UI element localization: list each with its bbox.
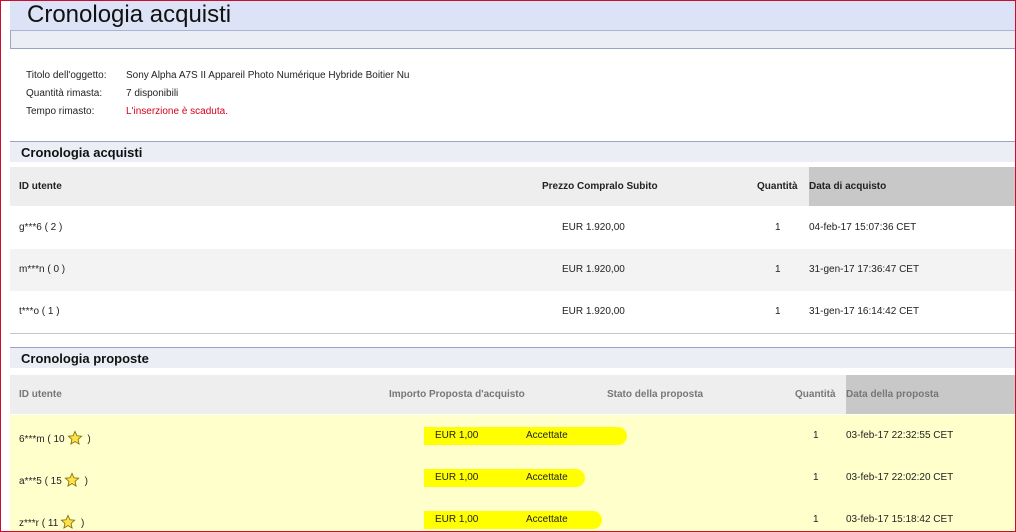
- col-price: Prezzo Compralo Subito: [542, 181, 658, 192]
- col-date-sorted[interactable]: Data della proposta: [846, 375, 1015, 414]
- offer-status: Accettate: [526, 472, 568, 483]
- page-title: Cronologia acquisti: [27, 1, 232, 28]
- col-user-id: ID utente: [19, 389, 62, 400]
- purchase-row: t***o ( 1 ) EUR 1.920,00 1 31-gen-17 16:…: [10, 291, 1015, 333]
- col-offer-amount: Importo Proposta d'acquisto: [389, 389, 525, 400]
- offer-status: Accettate: [526, 514, 568, 525]
- purchase-price: EUR 1.920,00: [562, 222, 625, 233]
- col-offer-date: Data della proposta: [846, 389, 939, 400]
- purchase-qty: 1: [775, 222, 781, 233]
- purchases-section-header: Cronologia acquisti: [10, 141, 1015, 162]
- item-qty-value: 7 disponibili: [126, 88, 179, 99]
- divider: [10, 31, 11, 48]
- star-icon: [66, 430, 83, 445]
- offer-user-suffix: ): [81, 476, 88, 487]
- page-frame: Cronologia acquisti Titolo dell'oggetto:…: [0, 0, 1016, 532]
- offer-row: 6***m ( 10 ) EUR 1,00 Accettate 1 03-feb…: [10, 415, 1015, 457]
- offers-section-header: Cronologia proposte: [10, 347, 1015, 368]
- star-icon: [64, 472, 80, 487]
- page-header: Cronologia acquisti: [10, 1, 1015, 31]
- col-date-sorted[interactable]: Data di acquisto: [809, 167, 1015, 206]
- offer-user[interactable]: a***5 ( 15 ): [19, 472, 88, 488]
- item-qty-label: Quantità rimasta:: [26, 88, 103, 99]
- offer-user-id: 6***m ( 10: [19, 434, 65, 445]
- offer-date: 03-feb-17 15:18:42 CET: [846, 514, 954, 525]
- offer-user-suffix: ): [84, 434, 91, 445]
- offer-qty: 1: [813, 430, 819, 441]
- col-offer-status: Stato della proposta: [607, 389, 704, 400]
- offers-heading: Cronologia proposte: [21, 351, 149, 366]
- purchase-price: EUR 1.920,00: [562, 264, 625, 275]
- offer-date: 03-feb-17 22:32:55 CET: [846, 430, 954, 441]
- offers-table-header: ID utente Importo Proposta d'acquisto St…: [10, 375, 1015, 414]
- col-qty: Quantità: [757, 181, 798, 192]
- purchase-user[interactable]: g***6 ( 2 ): [19, 222, 62, 233]
- offer-row: a***5 ( 15 ) EUR 1,00 Accettate 1 03-feb…: [10, 457, 1015, 499]
- offer-qty: 1: [813, 514, 819, 525]
- purchase-row: m***n ( 0 ) EUR 1.920,00 1 31-gen-17 17:…: [10, 249, 1015, 291]
- purchase-row: g***6 ( 2 ) EUR 1.920,00 1 04-feb-17 15:…: [10, 207, 1015, 249]
- offer-user-suffix: ): [78, 518, 85, 529]
- item-title-value: Sony Alpha A7S II Appareil Photo Numériq…: [126, 70, 410, 81]
- offer-amount: EUR 1,00: [435, 514, 479, 525]
- item-time-label: Tempo rimasto:: [26, 106, 95, 117]
- col-user-id: ID utente: [19, 181, 62, 192]
- purchase-qty: 1: [775, 306, 781, 317]
- purchase-user[interactable]: t***o ( 1 ): [19, 306, 60, 317]
- col-date: Data di acquisto: [809, 181, 887, 192]
- offer-user[interactable]: 6***m ( 10 ): [19, 430, 91, 446]
- divider: [10, 333, 1015, 334]
- purchases-table-header: ID utente Prezzo Compralo Subito Quantit…: [10, 167, 1015, 206]
- offer-user-id: z***r ( 11: [19, 518, 59, 529]
- item-time-value: L'inserzione è scaduta.: [126, 106, 228, 117]
- offer-user[interactable]: z***r ( 11 ): [19, 514, 84, 530]
- header-subbar: [10, 31, 1015, 49]
- offer-status: Accettate: [526, 430, 568, 441]
- offer-amount: EUR 1,00: [435, 472, 479, 483]
- offer-row: z***r ( 11 ) EUR 1,00 Accettate 1 03-feb…: [10, 499, 1015, 531]
- offer-amount: EUR 1,00: [435, 430, 479, 441]
- col-qty: Quantità: [795, 389, 836, 400]
- purchases-heading: Cronologia acquisti: [21, 145, 143, 160]
- purchase-date: 31-gen-17 17:36:47 CET: [809, 264, 920, 275]
- purchase-date: 04-feb-17 15:07:36 CET: [809, 222, 917, 233]
- item-title-label: Titolo dell'oggetto:: [26, 70, 107, 81]
- offer-date: 03-feb-17 22:02:20 CET: [846, 472, 954, 483]
- purchase-user[interactable]: m***n ( 0 ): [19, 264, 65, 275]
- offer-qty: 1: [813, 472, 819, 483]
- purchase-price: EUR 1.920,00: [562, 306, 625, 317]
- purchase-qty: 1: [775, 264, 781, 275]
- star-icon: [60, 514, 76, 529]
- offer-user-id: a***5 ( 15: [19, 476, 62, 487]
- purchase-date: 31-gen-17 16:14:42 CET: [809, 306, 920, 317]
